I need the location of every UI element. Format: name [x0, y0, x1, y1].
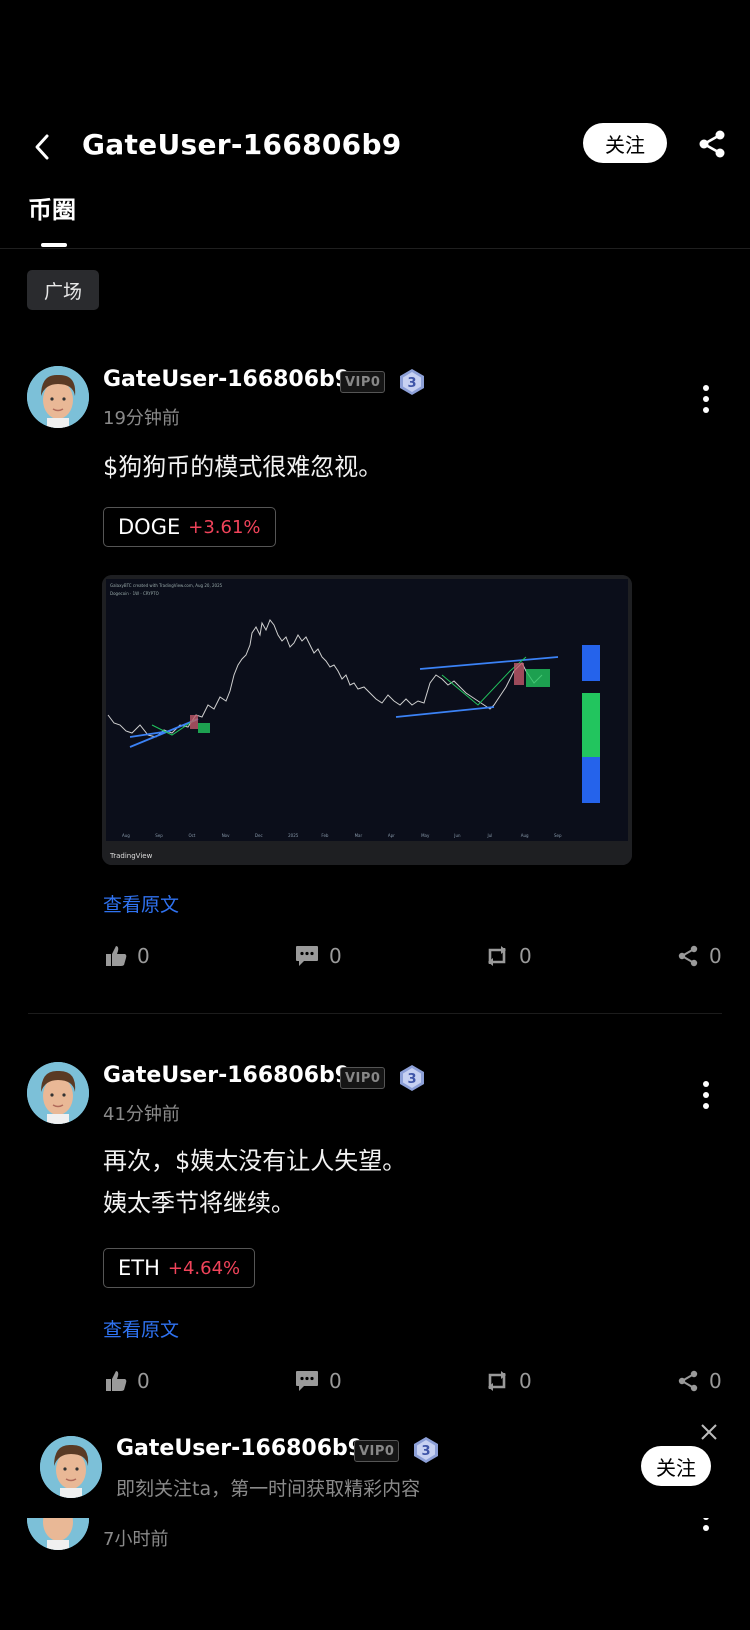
repost-count: 0: [519, 1369, 532, 1393]
post-time: 7小时前: [103, 1529, 169, 1550]
vip-badge: VIP0: [340, 1067, 386, 1089]
tab-coin-circle[interactable]: 币圈: [28, 190, 76, 225]
header-divider: [0, 248, 750, 249]
repost-button[interactable]: 0: [485, 1369, 532, 1393]
share-icon[interactable]: [696, 128, 728, 160]
share-count: 0: [709, 1369, 722, 1393]
share-icon: [678, 945, 698, 967]
chart-x-tick: Mar: [355, 833, 363, 838]
share-count: 0: [709, 944, 722, 968]
chart-x-tick: 2025: [288, 833, 299, 838]
repost-button[interactable]: 0: [485, 944, 532, 968]
level-badge-icon: 3: [414, 1437, 438, 1463]
ticker-tag[interactable]: ETH +4.64%: [103, 1248, 256, 1288]
top-bar: GateUser-166806b9 关注: [0, 120, 750, 200]
follow-prompt-banner: GateUser-166806b9 VIP0 3 即刻关注ta，第一时间获取精彩…: [0, 1418, 750, 1518]
chart-x-tick: Dec: [255, 833, 263, 838]
level-badge-icon: 3: [400, 1065, 424, 1091]
post-line: $狗狗币的模式很难忽视。: [103, 453, 383, 481]
chart-x-tick: Nov: [222, 833, 230, 838]
comment-count: 0: [329, 944, 342, 968]
like-icon: [106, 946, 127, 966]
avatar[interactable]: [40, 1436, 102, 1498]
chart-x-tick: Feb: [321, 833, 329, 838]
chart-x-tick: Aug: [122, 833, 130, 838]
like-count: 0: [137, 1369, 150, 1393]
tradingview-watermark: TradingView: [109, 852, 153, 860]
username[interactable]: GateUser-166806b9: [103, 367, 350, 392]
post-separator: [28, 1013, 722, 1014]
comment-count: 0: [329, 1369, 342, 1393]
ticker-change: +3.61%: [188, 516, 261, 538]
post-line: 再次，$姨太没有让人失望。: [103, 1147, 407, 1175]
vip-badge: VIP0: [354, 1440, 400, 1462]
post-content: $狗狗币的模式很难忽视。: [103, 446, 382, 488]
page-title: GateUser-166806b9: [82, 128, 402, 161]
share-icon: [678, 1370, 698, 1392]
popup-follow-button[interactable]: 关注: [641, 1446, 711, 1486]
vip-badge: VIP0: [340, 371, 386, 393]
username[interactable]: GateUser-166806b9: [116, 1436, 363, 1461]
like-button[interactable]: 0: [105, 944, 150, 968]
view-original-link[interactable]: 查看原文: [103, 1315, 179, 1342]
more-icon[interactable]: [700, 1080, 712, 1110]
level-number: 3: [407, 1072, 416, 1087]
tab-bar: 币圈: [28, 190, 76, 247]
chart-x-tick: Sep: [155, 833, 163, 838]
repost-count: 0: [519, 944, 532, 968]
avatar[interactable]: [27, 366, 89, 428]
category-chip[interactable]: 广场: [27, 270, 100, 310]
post-time: 19分钟前: [103, 408, 180, 429]
avatar[interactable]: [27, 1062, 89, 1124]
repost-icon: [488, 946, 506, 966]
comment-button[interactable]: 0: [295, 1369, 342, 1393]
ticker-tag[interactable]: DOGE +3.61%: [103, 507, 276, 547]
post-line: 姨太季节将继续。: [103, 1189, 295, 1217]
repost-icon: [488, 1371, 506, 1391]
post-actions: 0 0 0 0: [0, 944, 750, 974]
ticker-symbol: DOGE: [118, 515, 181, 539]
chart-x-tick: May: [421, 833, 430, 838]
comment-icon: [296, 1371, 318, 1391]
back-arrow-icon[interactable]: [28, 132, 58, 162]
svg-text:GalaxyBTC created with Trading: GalaxyBTC created with TradingView.com, …: [110, 583, 223, 588]
level-number: 3: [421, 1444, 430, 1459]
svg-text:Dogecoin · 1W · CRYPTO: Dogecoin · 1W · CRYPTO: [110, 591, 159, 596]
level-number: 3: [407, 376, 416, 391]
chart-x-tick: Sep: [554, 833, 562, 838]
more-icon[interactable]: [700, 384, 712, 414]
chart-x-tick: Apr: [388, 833, 395, 838]
share-button[interactable]: 0: [677, 944, 722, 968]
like-icon: [106, 1371, 127, 1391]
close-icon[interactable]: [699, 1422, 719, 1442]
level-badge-icon: 3: [400, 369, 424, 395]
comment-button[interactable]: 0: [295, 944, 342, 968]
share-button[interactable]: 0: [677, 1369, 722, 1393]
username[interactable]: GateUser-166806b9: [103, 1063, 350, 1088]
ticker-symbol: ETH: [118, 1256, 160, 1280]
chart-x-tick: Jul: [487, 833, 493, 838]
ticker-change: +4.64%: [167, 1257, 241, 1279]
like-button[interactable]: 0: [105, 1369, 150, 1393]
post-content: 再次，$姨太没有让人失望。 姨太季节将继续。: [103, 1140, 406, 1224]
like-count: 0: [137, 944, 150, 968]
follow-button[interactable]: 关注: [583, 123, 667, 163]
post-time: 41分钟前: [103, 1104, 180, 1125]
chart-x-tick: Jun: [453, 833, 461, 838]
chart-image[interactable]: GalaxyBTC created with TradingView.com, …: [102, 575, 632, 865]
view-original-link[interactable]: 查看原文: [103, 890, 179, 917]
post-actions: 0 0 0 0: [0, 1369, 750, 1399]
tab-active-indicator: [41, 243, 67, 247]
chart-x-tick: Aug: [521, 833, 529, 838]
comment-icon: [296, 946, 318, 966]
chart-x-tick: Oct: [188, 833, 195, 838]
follow-prompt-text: 即刻关注ta，第一时间获取精彩内容: [116, 1478, 421, 1500]
